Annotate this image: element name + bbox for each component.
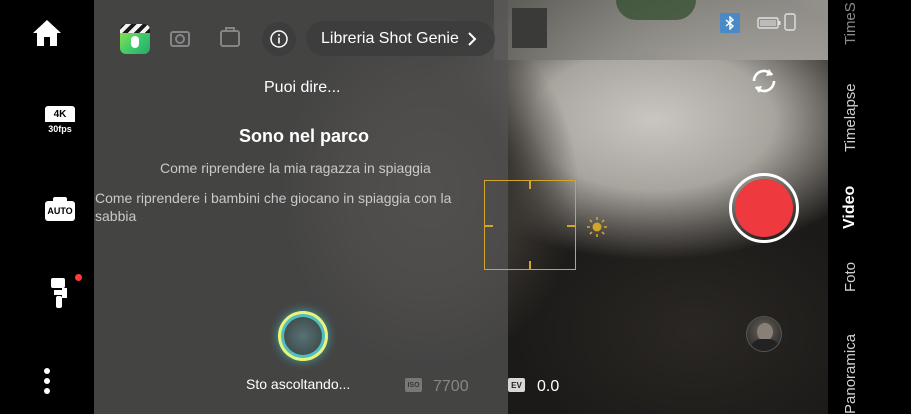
white-balance-value[interactable]: 7700 bbox=[433, 378, 469, 396]
record-button[interactable] bbox=[729, 173, 799, 243]
background-object bbox=[512, 8, 547, 48]
mode-partial-timeshift[interactable]: TimeS bbox=[842, 2, 859, 45]
gallery-thumbnail[interactable] bbox=[746, 316, 782, 352]
resolution-bottom: 30fps bbox=[45, 122, 75, 136]
resolution-icon: 4K 30fps bbox=[45, 106, 75, 136]
more-vertical-icon bbox=[44, 368, 50, 394]
chevron-right-icon bbox=[468, 31, 477, 46]
camera-mode-button[interactable]: AUTO bbox=[45, 193, 75, 225]
voice-listening-orb[interactable] bbox=[278, 311, 328, 361]
suggestion-item[interactable]: Come riprendere i bambini che giocano in… bbox=[95, 189, 485, 225]
left-control-rail: 4K 30fps AUTO bbox=[0, 0, 94, 414]
microphone-icon bbox=[131, 36, 139, 48]
flip-camera-icon[interactable] bbox=[747, 64, 781, 98]
listening-status: Sto ascoltando... bbox=[246, 376, 351, 392]
phone-icon bbox=[784, 13, 796, 31]
home-icon bbox=[33, 20, 61, 46]
gimbal-icon bbox=[51, 278, 67, 308]
mode-video[interactable]: Video bbox=[841, 186, 859, 229]
prompt-title: Puoi dire... bbox=[264, 79, 341, 96]
ev-value[interactable]: 0.0 bbox=[537, 378, 559, 396]
camera-mode-label: AUTO bbox=[47, 206, 73, 216]
camera-auto-icon: AUTO bbox=[45, 197, 75, 221]
iso-badge: ISO bbox=[405, 378, 422, 392]
shot-genie-app-icon[interactable] bbox=[120, 24, 150, 54]
shot-genie-library-button[interactable]: Libreria Shot Genie bbox=[306, 21, 495, 56]
more-button[interactable] bbox=[31, 365, 63, 397]
hidden-toolbar-icon bbox=[170, 31, 190, 47]
bluetooth-icon bbox=[725, 16, 735, 30]
suggestion-item[interactable]: Come riprendere la mia ragazza in spiagg… bbox=[160, 160, 431, 176]
focus-frame bbox=[484, 180, 576, 270]
hidden-toolbar-icon-2 bbox=[220, 27, 240, 47]
notification-dot bbox=[75, 274, 82, 281]
mode-panoramica[interactable]: Panoramica bbox=[842, 334, 859, 414]
gimbal-battery-icon bbox=[757, 17, 781, 29]
library-label: Libreria Shot Genie bbox=[321, 29, 459, 47]
mode-timelapse[interactable]: Timelapse bbox=[842, 83, 859, 152]
mode-foto[interactable]: Foto bbox=[842, 262, 859, 292]
resolution-top: 4K bbox=[53, 109, 67, 120]
gimbal-button[interactable] bbox=[45, 274, 82, 308]
record-dot bbox=[735, 179, 793, 237]
clapperboard-icon bbox=[120, 24, 150, 33]
background-plant bbox=[616, 0, 696, 20]
exposure-sun-icon[interactable] bbox=[586, 216, 608, 238]
info-icon bbox=[270, 30, 288, 48]
ev-badge: EV bbox=[508, 378, 525, 392]
mode-selector-rail: TimeS Timelapse Video Foto Panoramica bbox=[828, 0, 911, 414]
bluetooth-status bbox=[720, 13, 740, 33]
suggestion-highlighted[interactable]: Sono nel parco bbox=[239, 126, 369, 147]
home-button[interactable] bbox=[31, 17, 63, 49]
info-button[interactable] bbox=[262, 22, 296, 56]
resolution-button[interactable]: 4K 30fps bbox=[45, 105, 75, 137]
